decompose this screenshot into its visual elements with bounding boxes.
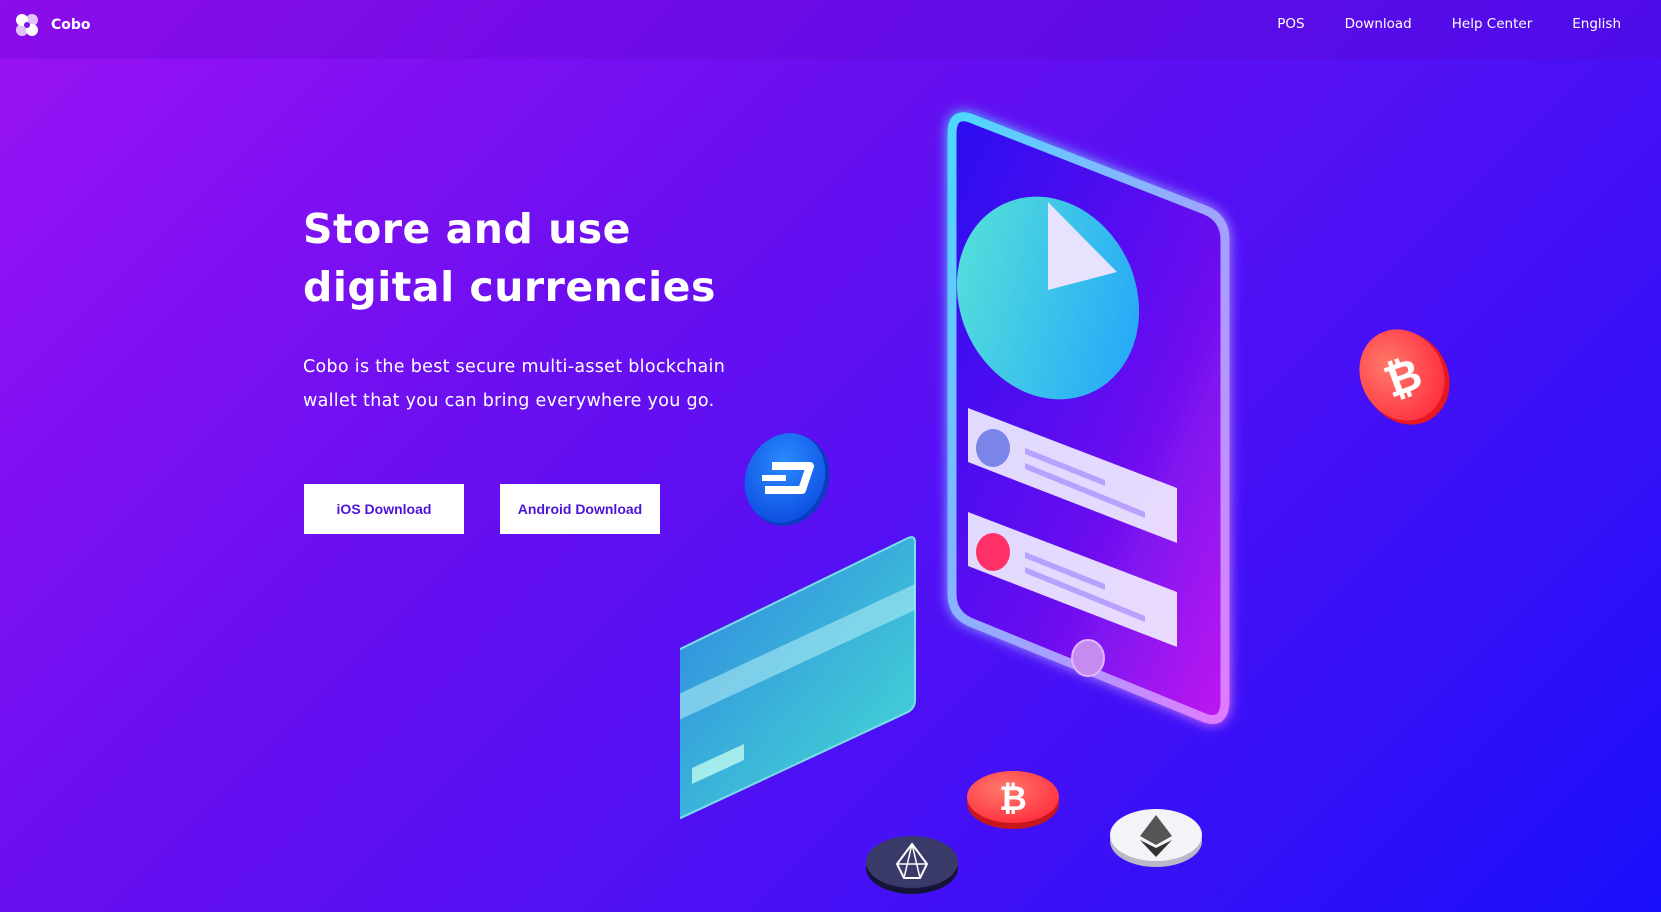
hero-title-line-2: digital currencies (303, 263, 716, 311)
nav-link-pos[interactable]: POS (1277, 16, 1304, 32)
android-download-button[interactable]: Android Download (500, 484, 660, 534)
ios-download-button[interactable]: iOS Download (304, 484, 464, 534)
main-nav: POS Download Help Center English (1277, 16, 1621, 32)
hero-description-line-1: Cobo is the best secure multi-asset bloc… (303, 357, 726, 377)
bitcoin-coin-bottom-icon: ₿ (967, 771, 1059, 829)
top-navigation-bar: Cobo POS Download Help Center English (0, 0, 1661, 59)
phone-icon (947, 112, 1230, 724)
credit-card-icon (680, 536, 916, 820)
hero-description: Cobo is the best secure multi-asset bloc… (303, 350, 743, 418)
ethereum-coin-icon (1110, 809, 1202, 867)
hero-description-line-2: wallet that you can bring everywhere you… (303, 391, 715, 411)
language-selector[interactable]: English (1572, 16, 1621, 32)
cobo-logo-icon (16, 14, 38, 36)
brand-name: Cobo (51, 17, 91, 33)
svg-text:₿: ₿ (999, 779, 1027, 819)
nav-link-download[interactable]: Download (1345, 16, 1412, 32)
dash-coin-icon (744, 433, 830, 526)
eos-coin-icon (866, 836, 958, 894)
nav-link-help-center[interactable]: Help Center (1452, 16, 1533, 32)
hero-title-line-1: Store and use (303, 205, 631, 253)
brand-logo[interactable]: Cobo (14, 12, 91, 38)
bitcoin-coin-icon: ₿ (1359, 329, 1450, 425)
hero-illustration: ₿ ₿ (680, 112, 1450, 894)
